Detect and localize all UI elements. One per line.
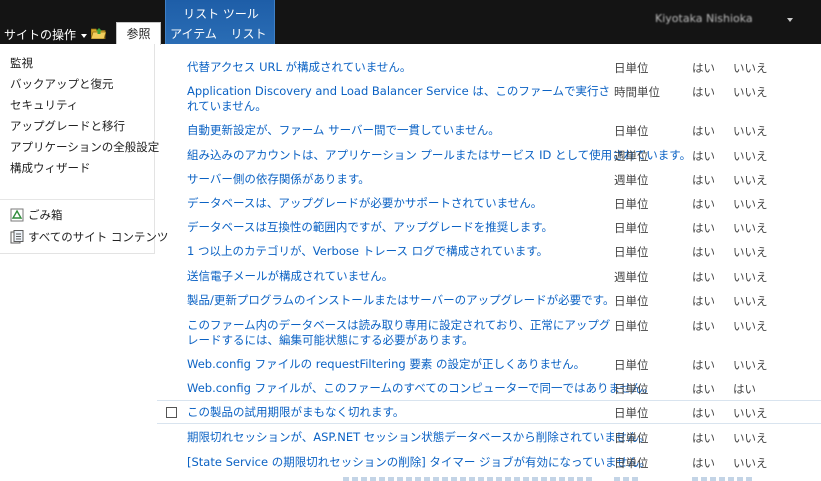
- rule-schedule: 日単位: [614, 431, 649, 445]
- rule-schedule: 週単位: [614, 270, 649, 284]
- next-row-fragment: [343, 477, 593, 481]
- tab-browse[interactable]: 参照: [116, 22, 161, 45]
- rule-enabled: はい: [692, 149, 715, 163]
- rule-title-link[interactable]: [State Service の期限切れセッションの削除] タイマー ジョブが有…: [187, 455, 651, 470]
- rule-title-link[interactable]: 期限切れセッションが、ASP.NET セッション状態データベースから削除されてい…: [187, 430, 650, 445]
- menu-item-general-settings[interactable]: アプリケーションの全般設定: [10, 139, 159, 155]
- rule-title-link[interactable]: 製品/更新プログラムのインストールまたはサーバーのアップグレードが必要です。: [187, 293, 615, 308]
- menu-item-recycle-bin[interactable]: ごみ箱: [10, 207, 63, 223]
- rule-auto-repair: いいえ: [733, 61, 768, 75]
- rule-enabled: はい: [692, 197, 715, 211]
- chevron-down-icon: [81, 33, 88, 38]
- menu-divider: [0, 199, 155, 200]
- rule-auto-repair: はい: [733, 382, 756, 396]
- rule-title-link[interactable]: 送信電子メールが構成されていません。: [187, 269, 393, 284]
- rule-enabled: はい: [692, 270, 715, 284]
- rule-schedule: 日単位: [614, 61, 649, 75]
- list-tools-group: リスト ツール アイテム リスト: [165, 0, 275, 44]
- next-row-fragment: [692, 477, 752, 481]
- rule-auto-repair: いいえ: [733, 197, 768, 211]
- menu-item-monitoring[interactable]: 監視: [10, 55, 33, 71]
- rule-auto-repair: いいえ: [733, 431, 768, 445]
- rule-title-link[interactable]: Web.config ファイルが、このファームのすべてのコンピューターで同一では…: [187, 381, 654, 396]
- recycle-bin-label: ごみ箱: [28, 208, 63, 222]
- site-content-icon: [10, 230, 24, 244]
- rule-auto-repair: いいえ: [733, 270, 768, 284]
- menu-item-security[interactable]: セキュリティ: [10, 97, 78, 113]
- rule-schedule: 日単位: [614, 197, 649, 211]
- rule-enabled: はい: [692, 319, 715, 333]
- tab-list[interactable]: リスト: [221, 24, 276, 44]
- rule-auto-repair: いいえ: [733, 319, 768, 333]
- rule-title-link[interactable]: 自動更新設定が、ファーム サーバー間で一貫していません。: [187, 123, 500, 138]
- rule-title-link[interactable]: Web.config ファイルの requestFiltering 要素 の設定…: [187, 357, 585, 372]
- rule-schedule: 日単位: [614, 124, 649, 138]
- rule-enabled: はい: [692, 456, 715, 470]
- row-select-checkbox[interactable]: [166, 407, 177, 418]
- rule-enabled: はい: [692, 294, 715, 308]
- menu-item-backup-restore[interactable]: バックアップと復元: [10, 76, 114, 92]
- rule-schedule: 日単位: [614, 294, 649, 308]
- rule-schedule: 日単位: [614, 456, 649, 470]
- list-header-fragment: [175, 44, 235, 47]
- rule-schedule: 週単位: [614, 149, 649, 163]
- rule-auto-repair: いいえ: [733, 124, 768, 138]
- recycle-bin-icon: [10, 208, 24, 222]
- user-menu[interactable]: Kiyotaka Nishioka: [655, 12, 753, 25]
- list-tools-title: リスト ツール: [183, 7, 259, 21]
- rule-enabled: はい: [692, 406, 715, 420]
- rule-auto-repair: いいえ: [733, 406, 768, 420]
- site-actions-label: サイトの操作: [4, 28, 77, 42]
- site-actions-dropdown: 監視 バックアップと復元 セキュリティ アップグレードと移行 アプリケーションの…: [0, 44, 168, 254]
- rule-title-link[interactable]: 1 つ以上のカテゴリが、Verbose トレース ログで構成されています。: [187, 244, 548, 259]
- rule-auto-repair: いいえ: [733, 245, 768, 259]
- tab-items[interactable]: アイテム: [166, 24, 221, 44]
- rule-schedule: 日単位: [614, 406, 649, 420]
- rule-title-link[interactable]: この製品の試用期限がまもなく切れます。: [187, 405, 404, 420]
- rule-title-link[interactable]: データベースは互換性の範囲内ですが、アップグレードを推奨します。: [187, 220, 553, 235]
- rule-title-link[interactable]: Application Discovery and Load Balancer …: [187, 84, 612, 114]
- rule-auto-repair: いいえ: [733, 221, 768, 235]
- rule-schedule: 日単位: [614, 319, 649, 333]
- rule-enabled: はい: [692, 382, 715, 396]
- site-actions-menu[interactable]: サイトの操作: [4, 26, 88, 43]
- rule-enabled: はい: [692, 245, 715, 259]
- menu-item-all-site-content[interactable]: すべてのサイト コンテンツ: [10, 229, 168, 245]
- rule-schedule: 日単位: [614, 245, 649, 259]
- navigate-up-folder-icon[interactable]: [91, 27, 106, 39]
- next-row-fragment: [614, 477, 640, 481]
- menu-item-configuration-wizards[interactable]: 構成ウィザード: [10, 160, 91, 176]
- rule-schedule: 日単位: [614, 382, 649, 396]
- rule-enabled: はい: [692, 124, 715, 138]
- list-tools-tabs: アイテム リスト: [166, 24, 276, 44]
- rule-title-link[interactable]: サーバー側の依存関係があります。: [187, 172, 370, 187]
- rule-enabled: はい: [692, 431, 715, 445]
- rule-enabled: はい: [692, 61, 715, 75]
- rule-title-link[interactable]: 代替アクセス URL が構成されていません。: [187, 60, 411, 75]
- rule-enabled: はい: [692, 358, 715, 372]
- rule-auto-repair: いいえ: [733, 85, 768, 99]
- rule-schedule: 日単位: [614, 221, 649, 235]
- rule-enabled: はい: [692, 85, 715, 99]
- ribbon: サイトの操作 参照 リスト ツール アイテム リスト Kiyotaka Nish…: [0, 0, 821, 45]
- rule-schedule: 週単位: [614, 173, 649, 187]
- rule-auto-repair: いいえ: [733, 456, 768, 470]
- menu-item-upgrade-migration[interactable]: アップグレードと移行: [10, 118, 125, 134]
- rule-auto-repair: いいえ: [733, 173, 768, 187]
- rule-title-link[interactable]: このファーム内のデータベースは読み取り専用に設定されており、正常にアップグレード…: [187, 318, 612, 348]
- rule-enabled: はい: [692, 221, 715, 235]
- rule-enabled: はい: [692, 173, 715, 187]
- rule-auto-repair: いいえ: [733, 149, 768, 163]
- rule-title-link[interactable]: データベースは、アップグレードが必要かサポートされていません。: [187, 196, 542, 211]
- rule-auto-repair: いいえ: [733, 358, 768, 372]
- rule-schedule: 日単位: [614, 358, 649, 372]
- all-site-content-label: すべてのサイト コンテンツ: [28, 230, 169, 244]
- rule-auto-repair: いいえ: [733, 294, 768, 308]
- rule-schedule: 時間単位: [614, 85, 660, 99]
- user-menu-chevron-down-icon[interactable]: [787, 18, 793, 22]
